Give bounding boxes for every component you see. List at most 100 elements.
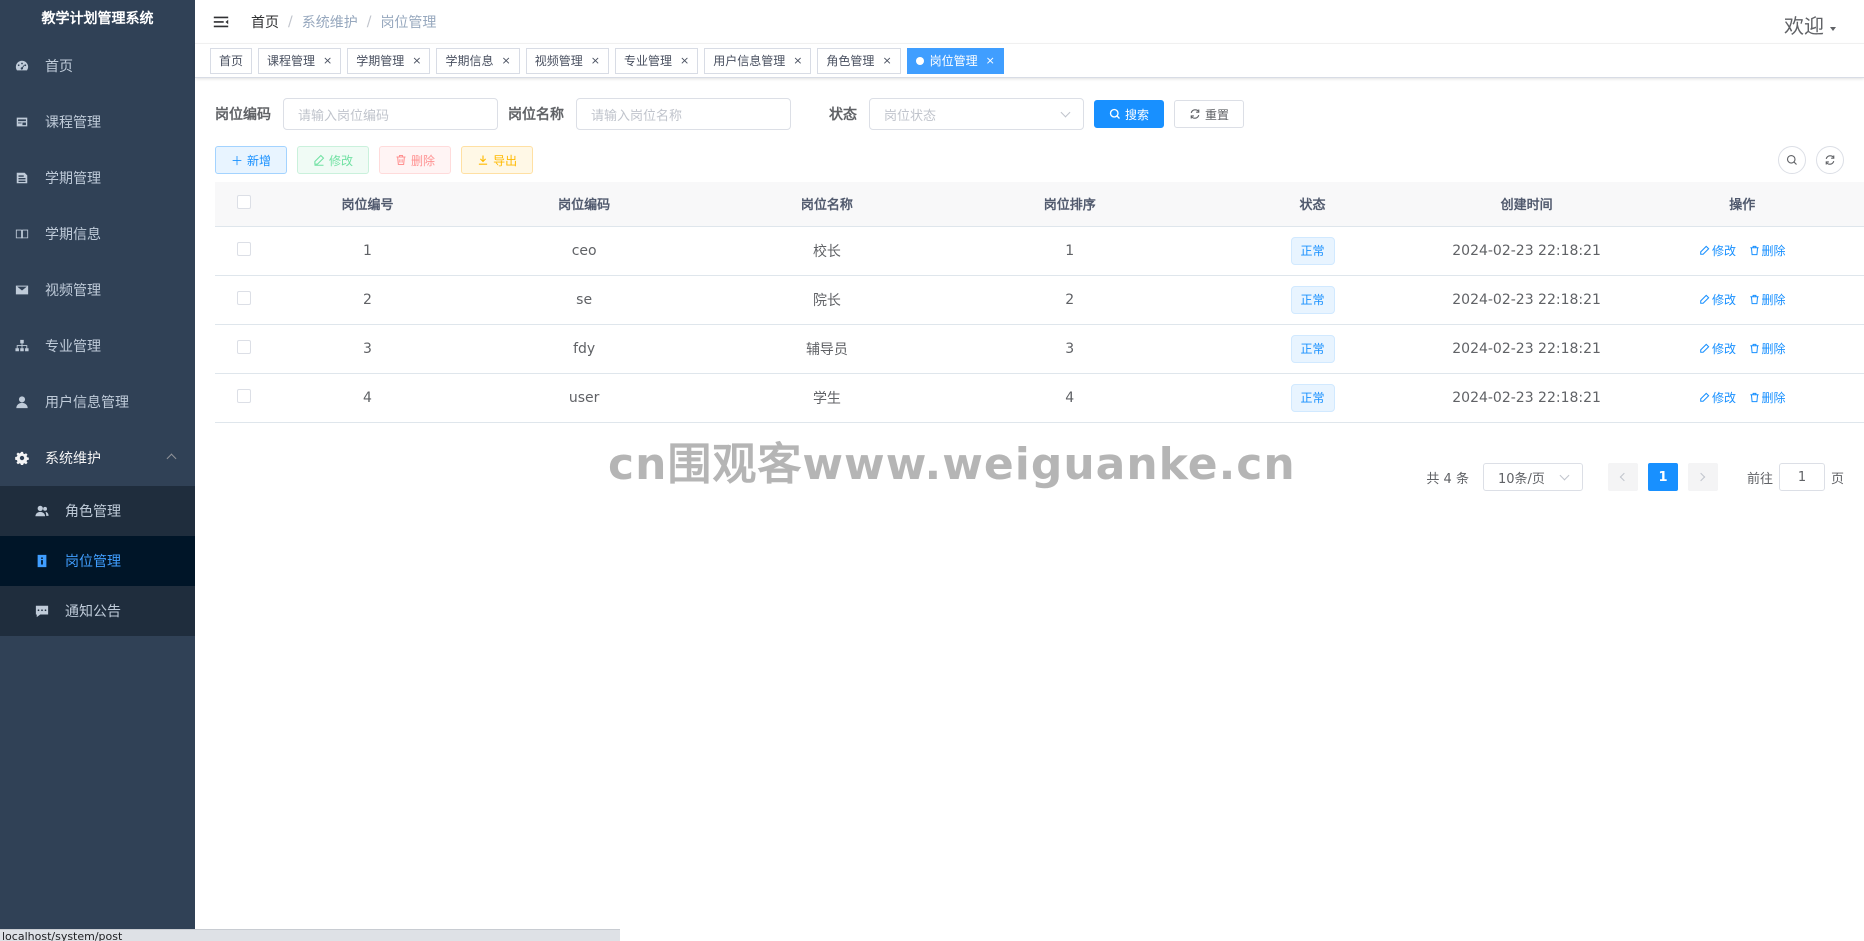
- tag-major[interactable]: 专业管理 ×: [614, 47, 699, 74]
- hamburger-icon[interactable]: [211, 12, 231, 32]
- column-header: 岗位编号: [273, 182, 462, 227]
- tag-role[interactable]: 角色管理 ×: [817, 47, 901, 74]
- tag-label: 角色管理: [826, 53, 875, 68]
- post-code-input[interactable]: 请输入岗位编码: [283, 98, 498, 130]
- delete-button[interactable]: 删除: [379, 146, 452, 174]
- add-button[interactable]: ＋新增: [215, 146, 288, 174]
- close-icon[interactable]: ×: [793, 49, 802, 73]
- tag-course[interactable]: 课程管理 ×: [258, 47, 342, 74]
- row-edit-link[interactable]: 修改: [1699, 340, 1736, 357]
- select-all-checkbox[interactable]: [237, 194, 252, 209]
- edit-button[interactable]: 修改: [297, 146, 370, 174]
- row-delete-link[interactable]: 删除: [1749, 242, 1786, 259]
- refresh-icon: [1190, 109, 1200, 119]
- row-checkbox[interactable]: [237, 241, 252, 256]
- row-delete-link[interactable]: 删除: [1749, 389, 1786, 406]
- tag-home[interactable]: 首页: [210, 47, 253, 74]
- sidebar-item-label: 系统维护: [45, 451, 101, 467]
- sidebar-item-user-info[interactable]: 用户信息管理: [0, 374, 195, 430]
- sidebar-item-notice[interactable]: 通知公告: [0, 586, 195, 636]
- close-icon[interactable]: ×: [882, 49, 891, 73]
- breadcrumb-system: 系统维护: [301, 14, 358, 31]
- status-label: 状态: [829, 107, 857, 123]
- goto-page-input[interactable]: 1: [1778, 463, 1825, 491]
- post-name-input[interactable]: 请输入岗位名称: [576, 98, 791, 130]
- sidebar-item-video[interactable]: 视频管理: [0, 262, 195, 318]
- placeholder: 请输入岗位编码: [298, 108, 390, 124]
- prev-page-button[interactable]: [1607, 463, 1638, 491]
- export-button-label: 导出: [493, 153, 518, 168]
- create-time: 2024-02-23 22:18:21: [1432, 226, 1621, 276]
- row-checkbox[interactable]: [237, 339, 252, 354]
- row-edit-label: 修改: [1712, 341, 1737, 356]
- tag-user-info[interactable]: 用户信息管理 ×: [704, 47, 812, 74]
- close-icon[interactable]: ×: [502, 49, 511, 73]
- status-badge: 正常: [1290, 236, 1335, 265]
- sidebar-item-major[interactable]: 专业管理: [0, 318, 195, 374]
- column-header: 操作: [1620, 182, 1864, 227]
- tags-view: 首页 课程管理 × 学期管理 × 学期信息 × 视频管理 × 专业管理 × 用户信息管理 ×…: [195, 44, 1864, 78]
- row-checkbox[interactable]: [237, 388, 252, 403]
- search-button[interactable]: 搜索: [1094, 100, 1165, 128]
- close-icon[interactable]: ×: [323, 49, 332, 73]
- status-badge: 正常: [1290, 285, 1335, 314]
- post-name: 学生: [706, 373, 948, 423]
- reset-button[interactable]: 重置: [1174, 100, 1245, 128]
- reset-button-label: 重置: [1205, 107, 1230, 122]
- sidebar-item-role[interactable]: 角色管理: [0, 486, 195, 536]
- page-size-select[interactable]: 10条/页: [1482, 463, 1583, 491]
- row-edit-link[interactable]: 修改: [1699, 291, 1736, 308]
- sidebar-item-course[interactable]: 课程管理: [0, 94, 195, 150]
- breadcrumb-home[interactable]: 首页: [251, 12, 279, 32]
- chevron-left-icon: [1620, 472, 1629, 482]
- row-delete-link[interactable]: 删除: [1749, 340, 1786, 357]
- row-edit-label: 修改: [1712, 243, 1737, 258]
- watermark: cn围观客www.weiguanke.cn: [608, 439, 1296, 490]
- create-time: 2024-02-23 22:18:21: [1432, 275, 1621, 325]
- sidebar-item-system[interactable]: 系统维护: [0, 430, 195, 486]
- sidebar-item-home[interactable]: 首页: [0, 38, 195, 94]
- toggle-search-button[interactable]: [1778, 146, 1806, 174]
- close-icon[interactable]: ×: [591, 49, 600, 73]
- status-select[interactable]: 岗位状态: [869, 98, 1084, 130]
- tree-icon: [15, 339, 29, 353]
- tag-post[interactable]: 岗位管理 ×: [906, 47, 1004, 74]
- tag-video[interactable]: 视频管理 ×: [525, 47, 609, 74]
- delete-icon: [1749, 343, 1759, 353]
- delete-icon: [396, 154, 406, 166]
- page-number-1[interactable]: 1: [1647, 463, 1678, 491]
- sidebar: 教学计划管理系统 首页 课程管理 学期管理 学期信息 视频管理 专业管理 用户信…: [0, 0, 195, 941]
- peoples-icon: [35, 504, 49, 518]
- table-row: 2 se 院长 2 正常 2024-02-23 22:18:21 修改 删除: [215, 275, 1864, 325]
- export-button[interactable]: 导出: [461, 146, 534, 174]
- post-sort: 2: [947, 275, 1193, 325]
- row-delete-label: 删除: [1761, 341, 1786, 356]
- row-edit-link[interactable]: 修改: [1699, 242, 1736, 259]
- welcome-dropdown[interactable]: 欢迎: [1784, 10, 1836, 39]
- tag-label: 学期信息: [445, 53, 494, 68]
- pagination: 共 4 条 10条/页 1 前往 1 页: [1426, 463, 1844, 491]
- edit-icon: [1700, 392, 1710, 402]
- gear-icon: [15, 451, 29, 465]
- row-checkbox[interactable]: [237, 290, 252, 305]
- close-icon[interactable]: ×: [412, 49, 421, 73]
- row-delete-link[interactable]: 删除: [1749, 291, 1786, 308]
- sidebar-item-label: 用户信息管理: [45, 395, 129, 411]
- sidebar-item-semester-info[interactable]: 学期信息: [0, 206, 195, 262]
- column-header: 创建时间: [1432, 182, 1621, 227]
- post-icon: [35, 554, 49, 568]
- search-form: 岗位编码 请输入岗位编码 岗位名称 请输入岗位名称 状态 岗位状态 搜索 重置: [215, 98, 1844, 130]
- tag-semester-info[interactable]: 学期信息 ×: [436, 47, 520, 74]
- status-badge: 正常: [1290, 383, 1335, 412]
- row-delete-label: 删除: [1761, 390, 1786, 405]
- close-icon[interactable]: ×: [680, 49, 689, 73]
- close-icon[interactable]: ×: [986, 49, 995, 73]
- sidebar-item-post[interactable]: 岗位管理: [0, 536, 195, 586]
- next-page-button[interactable]: [1687, 463, 1718, 491]
- tag-semester[interactable]: 学期管理 ×: [347, 47, 431, 74]
- row-edit-link[interactable]: 修改: [1699, 389, 1736, 406]
- refresh-button[interactable]: [1816, 146, 1844, 174]
- sidebar-item-semester[interactable]: 学期管理: [0, 150, 195, 206]
- dashboard-icon: [15, 59, 29, 73]
- post-sort: 3: [947, 324, 1193, 374]
